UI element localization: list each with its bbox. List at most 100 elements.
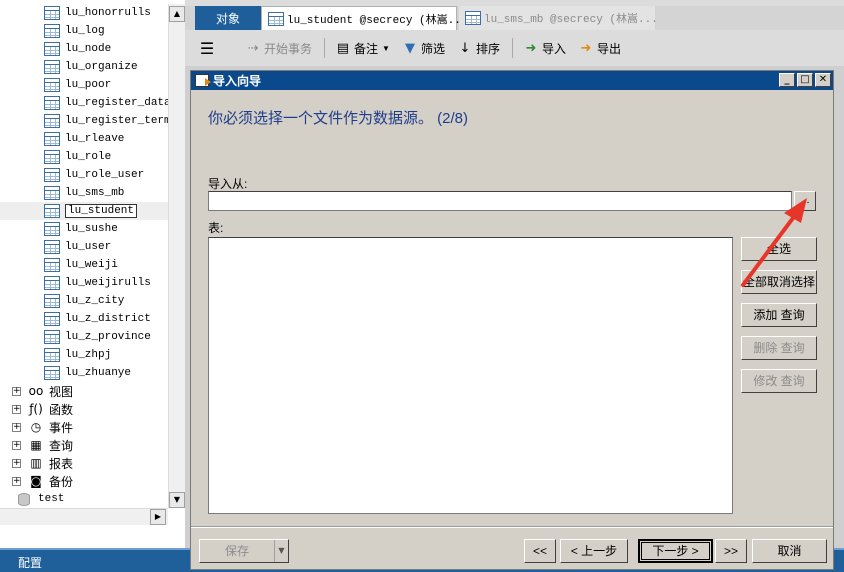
table-icon [268, 11, 284, 26]
dialog-title-bar[interactable]: 导入向导 _ □ ✕ [191, 71, 833, 90]
table-icon [44, 240, 60, 254]
dialog-title: 导入向导 [213, 74, 262, 88]
import-label: 导入 [541, 41, 566, 56]
table-icon [44, 60, 60, 74]
next-step-button[interactable]: 下一步 > [638, 539, 713, 563]
tree-table-item[interactable]: lu_role_user [0, 166, 168, 184]
tree-table-label: lu_log [65, 25, 105, 37]
table-icon [44, 42, 60, 56]
database-icon [18, 492, 30, 506]
modify-query-button[interactable]: 修改 查询 [741, 369, 817, 393]
tree-horizontal-scrollbar[interactable]: ▶ [0, 508, 168, 525]
begin-transaction-button[interactable]: ⇢ 开始事务 [245, 40, 312, 57]
table-icon [44, 168, 60, 182]
close-icon[interactable]: ✕ [815, 73, 831, 87]
tree-group-item[interactable]: + ◙ 备份 [0, 472, 168, 490]
tree-table-item[interactable]: lu_role [0, 148, 168, 166]
scroll-up-arrow-icon[interactable]: ▲ [169, 6, 185, 22]
chevron-down-icon[interactable]: ▼ [274, 540, 288, 562]
tree-table-label: lu_register_data [65, 97, 171, 109]
tree-database-label: test [38, 493, 65, 505]
memo-button[interactable]: ▤ 备注 ▼ [335, 40, 390, 57]
tree-table-item[interactable]: lu_z_province [0, 328, 168, 346]
tree-table-item[interactable]: lu_node [0, 40, 168, 58]
expand-icon[interactable]: + [12, 386, 21, 396]
tree-group-item[interactable]: + ƒ() 函数 [0, 400, 168, 418]
expand-icon[interactable]: + [12, 440, 21, 450]
tree-table-item[interactable]: lu_weijirulls [0, 274, 168, 292]
scroll-right-arrow-icon[interactable]: ▶ [150, 509, 166, 525]
tree-table-item[interactable]: lu_sms_mb [0, 184, 168, 202]
table-icon [44, 6, 60, 20]
tree-group-label: 查询 [49, 438, 74, 453]
function-icon: ƒ() [29, 402, 43, 416]
table-list[interactable] [208, 237, 733, 514]
export-label: 导出 [597, 41, 622, 56]
minimize-icon[interactable]: _ [779, 73, 795, 87]
filter-button[interactable]: ▼ 筛选 [402, 40, 445, 57]
delete-query-button[interactable]: 删除 查询 [741, 336, 817, 360]
tab-lu-sms-mb[interactable]: lu_sms_mb @secrecy (林嵩... [459, 6, 658, 30]
table-icon [44, 312, 60, 326]
tree-table-item[interactable]: lu_student [0, 202, 168, 220]
chevron-down-icon: ▼ [382, 43, 390, 53]
tree-table-item[interactable]: lu_organize [0, 58, 168, 76]
export-button[interactable]: ➜ 导出 [578, 40, 621, 57]
table-label: 表: [208, 221, 224, 235]
scroll-down-arrow-icon[interactable]: ▼ [169, 492, 185, 508]
tree-database-item[interactable]: test [0, 490, 168, 508]
tree-table-label: lu_weiji [65, 259, 118, 271]
table-icon [44, 330, 60, 344]
last-step-button[interactable]: >> [715, 539, 747, 563]
config-label[interactable]: 配置 [18, 554, 42, 571]
tree-table-item[interactable]: lu_zhuanye [0, 364, 168, 382]
expand-icon[interactable]: + [12, 422, 21, 432]
tree-table-item[interactable]: lu_honorrulls [0, 4, 168, 22]
tree-table-item[interactable]: lu_sushe [0, 220, 168, 238]
dialog-divider [191, 526, 833, 528]
table-icon [44, 132, 60, 146]
table-icon [44, 222, 60, 236]
tab-objects[interactable]: 对象 [195, 6, 261, 30]
tree-group-label: 函数 [49, 402, 74, 417]
tree-vertical-scrollbar[interactable]: ▲ ▼ [168, 4, 185, 508]
table-icon [44, 348, 60, 362]
tree-table-label: lu_organize [65, 61, 138, 73]
table-icon [44, 150, 60, 164]
query-icon: ▦ [30, 438, 42, 452]
tree-group-item[interactable]: + ▦ 查询 [0, 436, 168, 454]
tab-lu-student[interactable]: lu_student @secrecy (林嵩... [261, 6, 467, 30]
first-step-button[interactable]: << [524, 539, 556, 563]
tree-table-item[interactable]: lu_register_data [0, 94, 171, 112]
import-from-field[interactable] [208, 191, 792, 211]
tree-group-item[interactable]: + ▥ 报表 [0, 454, 168, 472]
expand-icon[interactable]: + [12, 404, 21, 414]
tree-table-label: lu_sms_mb [65, 187, 125, 199]
tree-table-item[interactable]: lu_poor [0, 76, 168, 94]
save-label: 保存 [224, 544, 249, 558]
save-button[interactable]: 保存 ▼ [199, 539, 289, 563]
tree-table-item[interactable]: lu_weiji [0, 256, 168, 274]
maximize-icon[interactable]: □ [797, 73, 813, 87]
table-icon [44, 366, 60, 380]
tree-group-item[interactable]: + oo 视图 [0, 382, 168, 400]
add-query-button[interactable]: 添加 查询 [741, 303, 817, 327]
sort-button[interactable]: ↓ 排序 [457, 40, 500, 57]
expand-icon[interactable]: + [12, 476, 21, 486]
tree-table-label: lu_sushe [65, 223, 118, 235]
filter-icon: ▼ [404, 40, 415, 56]
tree-table-item[interactable]: lu_zhpj [0, 346, 168, 364]
tree-table-item[interactable]: lu_user [0, 238, 168, 256]
import-button[interactable]: ➜ 导入 [523, 40, 566, 57]
import-from-label: 导入从: [208, 177, 248, 191]
tree-table-item[interactable]: lu_z_district [0, 310, 168, 328]
previous-step-button[interactable]: < 上一步 [560, 539, 628, 563]
tree-table-item[interactable]: lu_rleave [0, 130, 168, 148]
expand-icon[interactable]: + [12, 458, 21, 468]
tree-table-item[interactable]: lu_log [0, 22, 168, 40]
tree-table-item[interactable]: lu_register_terms [0, 112, 177, 130]
tree-group-item[interactable]: + ◷ 事件 [0, 418, 168, 436]
menu-icon[interactable]: ☰ [199, 39, 215, 58]
cancel-button[interactable]: 取消 [752, 539, 827, 563]
tree-table-item[interactable]: lu_z_city [0, 292, 168, 310]
